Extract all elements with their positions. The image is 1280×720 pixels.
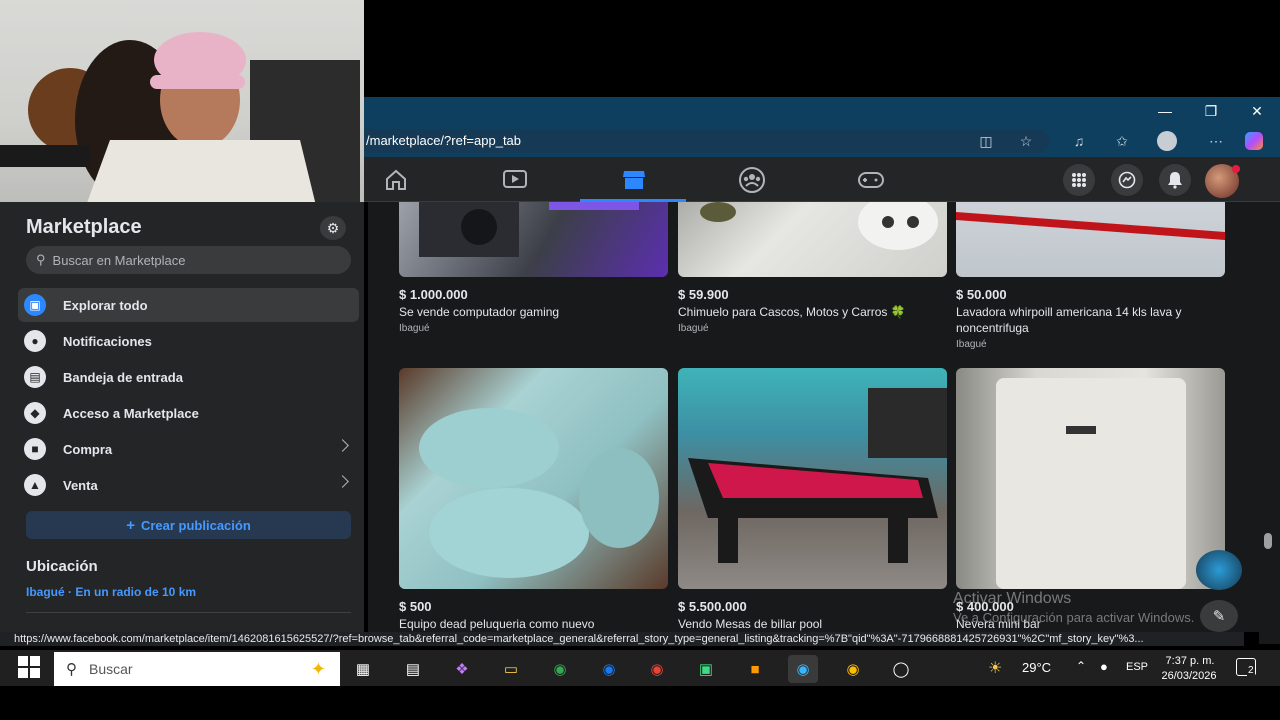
search-icon: ⚲ xyxy=(36,252,46,267)
plus-icon: + xyxy=(126,516,135,534)
favorite-star-icon[interactable]: ☆ xyxy=(1014,129,1038,153)
clock-time[interactable]: 7:37 p. m. xyxy=(1160,655,1220,667)
microphone-icon[interactable]: ● xyxy=(1100,659,1108,674)
streaming-app-icon[interactable]: ▣ xyxy=(691,655,721,683)
facebook-app-icon[interactable]: ◉ xyxy=(594,655,624,683)
chevron-right-icon xyxy=(336,475,349,488)
inbox-icon: ▤ xyxy=(24,366,46,388)
sidebar-item-buying[interactable]: ■ Compra xyxy=(18,432,359,466)
menu-grid-icon[interactable] xyxy=(1063,164,1095,196)
search-input[interactable]: ⚲ Buscar en Marketplace xyxy=(26,246,351,274)
shield-icon: ◆ xyxy=(24,402,46,424)
taskbar-search-box[interactable]: ⚲ Buscar ✦ xyxy=(54,652,340,686)
listing-location: Ibagué xyxy=(678,323,709,334)
sidebar-item-notifications[interactable]: ● Notificaciones xyxy=(18,324,359,358)
listing-title[interactable]: Vendo Mesas de billar pool xyxy=(678,616,940,632)
tag-icon: ▲ xyxy=(24,474,46,496)
sidebar-item-inbox[interactable]: ▤ Bandeja de entrada xyxy=(18,360,359,394)
bag-icon: ■ xyxy=(24,438,46,460)
location-heading: Ubicación xyxy=(26,558,98,575)
sparkle-icon: ✦ xyxy=(310,658,326,679)
activation-watermark-title: Activar Windows xyxy=(953,590,1072,607)
gaming-icon[interactable] xyxy=(841,157,901,202)
sidebar-item-access[interactable]: ◆ Acceso a Marketplace xyxy=(18,396,359,430)
listing-image[interactable] xyxy=(678,202,947,277)
clock-date[interactable]: 26/03/2026 xyxy=(1156,670,1222,682)
language-indicator[interactable]: ESP xyxy=(1126,661,1148,673)
split-screen-icon[interactable]: ◫ xyxy=(974,129,998,153)
marketplace-icon[interactable] xyxy=(604,157,664,202)
listing-image[interactable] xyxy=(678,368,947,589)
game-app-icon[interactable]: ■ xyxy=(740,655,770,683)
restore-button[interactable]: ❐ xyxy=(1188,97,1234,125)
file-explorer-icon[interactable]: ▭ xyxy=(496,655,526,683)
home-icon[interactable] xyxy=(366,157,426,202)
avatar-badge xyxy=(1232,165,1240,173)
listing-image[interactable] xyxy=(956,368,1225,589)
listing-image[interactable] xyxy=(399,202,668,277)
chevron-right-icon xyxy=(336,439,349,452)
video-icon[interactable] xyxy=(485,157,545,202)
listing-title[interactable]: Equipo dead peluqueria como nuevo xyxy=(399,616,661,632)
store-icon: ▣ xyxy=(24,294,46,316)
messenger-icon[interactable] xyxy=(1111,164,1143,196)
notepad-icon[interactable]: ▤ xyxy=(398,655,428,683)
windows-start-icon[interactable] xyxy=(18,656,42,680)
compose-message-icon[interactable]: ✎ xyxy=(1200,600,1238,632)
listing-feed: $ 1.000.000 Se vende computador gaming I… xyxy=(368,202,1259,632)
listing-image[interactable] xyxy=(956,202,1225,277)
copilot-app-icon[interactable]: ❖ xyxy=(447,655,477,683)
bell-icon: ● xyxy=(24,330,46,352)
listing-location: Ibagué xyxy=(399,323,430,334)
listing-title[interactable]: Chimuelo para Cascos, Motos y Carros 🍀 xyxy=(678,304,940,320)
obs-recorder-icon[interactable]: ◯ xyxy=(886,655,916,683)
search-icon: ⚲ xyxy=(66,661,77,678)
minimize-button[interactable]: — xyxy=(1142,97,1188,125)
chrome-icon[interactable]: ◉ xyxy=(545,655,575,683)
notification-count-badge: 2 xyxy=(1247,665,1255,676)
tray-chevron-up-icon[interactable]: ⌃ xyxy=(1076,659,1086,673)
webcam-overlay xyxy=(0,0,364,222)
sidebar-divider xyxy=(26,612,351,613)
settings-gear-icon[interactable]: ⚙ xyxy=(320,216,346,240)
create-listing-button[interactable]: + Crear publicación xyxy=(26,511,351,539)
listing-image[interactable] xyxy=(399,368,668,589)
task-view-icon[interactable]: ▦ xyxy=(348,655,378,683)
feed-scrollbar[interactable] xyxy=(1259,202,1280,644)
notifications-bell-icon[interactable] xyxy=(1159,164,1191,196)
page-title: Marketplace xyxy=(26,216,142,238)
close-button[interactable]: ✕ xyxy=(1234,97,1280,125)
chat-head-avatar[interactable] xyxy=(1196,550,1242,590)
listing-price: $ 500 xyxy=(399,599,432,614)
copilot-icon[interactable] xyxy=(1242,129,1266,153)
groups-icon[interactable] xyxy=(722,157,782,202)
sidebar-item-explore[interactable]: ▣ Explorar todo xyxy=(18,288,359,322)
profile-icon[interactable] xyxy=(1155,129,1179,153)
sidebar-item-selling[interactable]: ▲ Venta xyxy=(18,468,359,502)
extensions-icon[interactable]: ♫ xyxy=(1067,129,1091,153)
listing-price: $ 5.500.000 xyxy=(678,599,747,614)
chrome-alt-icon[interactable]: ◉ xyxy=(838,655,868,683)
scrollbar-thumb[interactable] xyxy=(1264,533,1272,549)
listing-title[interactable]: Se vende computador gaming xyxy=(399,304,661,320)
link-preview-status: https://www.facebook.com/marketplace/ite… xyxy=(0,632,1244,646)
window-controls: — ❐ ✕ xyxy=(1142,97,1280,125)
weather-icon: ☀ xyxy=(988,660,1003,677)
edge-browser-icon[interactable]: ◉ xyxy=(788,655,818,683)
listing-price: $ 59.900 xyxy=(678,287,729,302)
location-filter-link[interactable]: Ibagué · En un radio de 10 km xyxy=(26,585,196,599)
listing-title[interactable]: Lavadora whirpoill americana 14 kls lava… xyxy=(956,304,1221,336)
address-bar[interactable]: /marketplace/?ref=app_tab xyxy=(364,129,1049,153)
search-placeholder: Buscar en Marketplace xyxy=(52,252,186,268)
listing-price: $ 50.000 xyxy=(956,287,1007,302)
weather-temp[interactable]: 29°C xyxy=(1022,660,1051,675)
listing-price: $ 1.000.000 xyxy=(399,287,468,302)
favorites-icon[interactable]: ✩ xyxy=(1110,129,1134,153)
chrome-profile-icon[interactable]: ◉ xyxy=(642,655,672,683)
webcam-image xyxy=(0,32,360,222)
listing-location: Ibagué xyxy=(956,339,987,350)
more-options-icon[interactable]: ⋯ xyxy=(1204,129,1228,153)
